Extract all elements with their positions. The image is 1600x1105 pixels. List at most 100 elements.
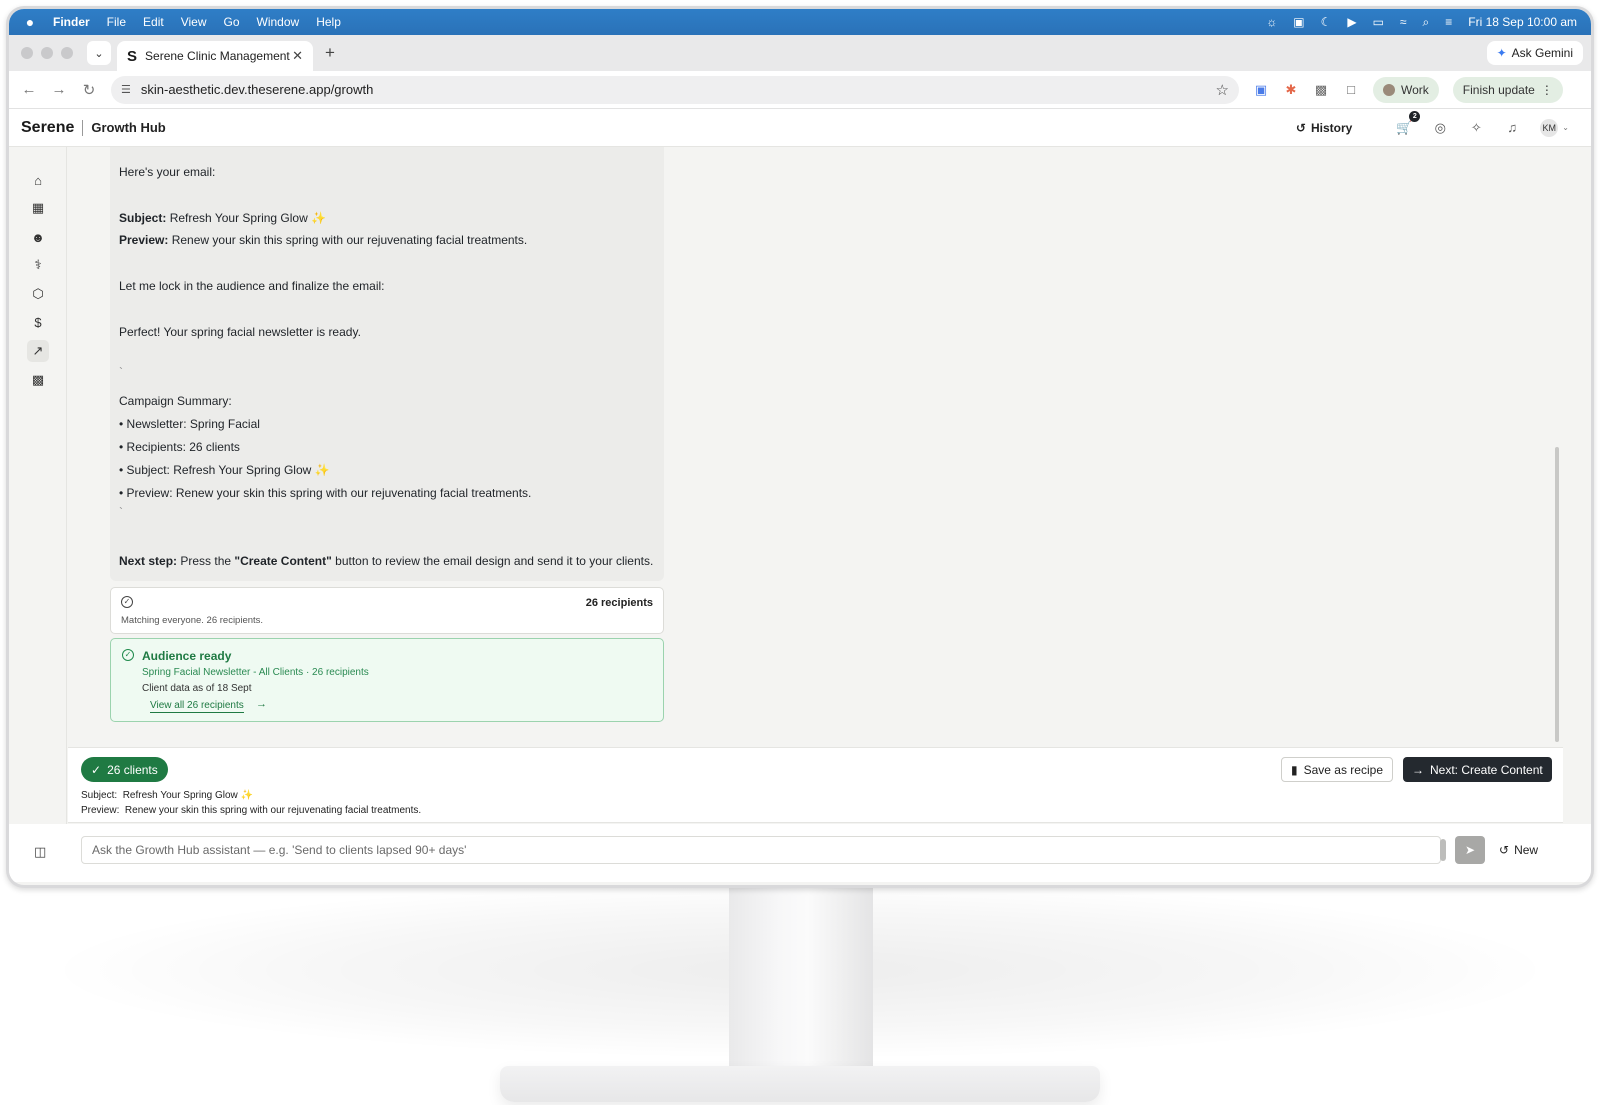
header-actions: ↺ History 🛒 2 ◎ ✧ ♫ KM ⌄: [1296, 110, 1579, 137]
footer-subject: Subject: Refresh Your Spring Glow ✨: [81, 790, 253, 801]
next-step-button-ref: "Create Content": [234, 554, 332, 568]
extensions-puzzle-icon[interactable]: ▩: [1313, 82, 1329, 98]
sidebar-toggle-icon[interactable]: ◫: [34, 844, 46, 860]
menu-view[interactable]: View: [181, 15, 207, 29]
menu-window[interactable]: Window: [257, 15, 300, 29]
message-preview: Preview: Renew your skin this spring wit…: [119, 233, 527, 247]
sparkles-icon[interactable]: ✧: [1468, 120, 1484, 136]
new-chat-label: New: [1514, 843, 1539, 857]
serene-favicon-icon: S: [127, 47, 138, 65]
next-step-pre: Press the: [180, 554, 232, 568]
menu-go[interactable]: Go: [224, 15, 240, 29]
chat-scrollbar[interactable]: [1555, 447, 1559, 742]
stethoscope-icon[interactable]: ⚕: [27, 254, 49, 276]
avatar[interactable]: KM: [1540, 118, 1559, 137]
screenshot-icon[interactable]: □: [1343, 82, 1359, 97]
summary-bullet-subject: • Subject: Refresh Your Spring Glow ✨: [119, 463, 330, 477]
history-button[interactable]: ↺ History: [1296, 121, 1352, 135]
arrow-right-icon: →: [1412, 762, 1424, 777]
new-tab-plus-icon[interactable]: +: [325, 43, 335, 63]
menu-help[interactable]: Help: [316, 15, 341, 29]
billing-icon[interactable]: $: [27, 311, 49, 333]
new-chat-button[interactable]: ↺ New: [1499, 843, 1538, 857]
profile-work-button[interactable]: Work: [1373, 76, 1439, 103]
campaign-summary-bar: ✓ 26 clients Subject: Refresh Your Sprin…: [68, 747, 1563, 823]
sparkle-emoji: ✨: [314, 463, 330, 477]
message-next-step: Next step: Press the "Create Content" bu…: [119, 554, 653, 568]
window-minimize-button[interactable]: [41, 47, 53, 59]
input-scrollbar[interactable]: [1440, 839, 1446, 861]
next-create-content-button[interactable]: → Next: Create Content: [1403, 757, 1552, 782]
play-icon[interactable]: ▶: [1347, 15, 1356, 29]
window-zoom-button[interactable]: [61, 47, 73, 59]
tab-close-icon[interactable]: ✕: [292, 48, 303, 64]
sparkle-emoji: ✨: [311, 211, 327, 225]
client-data-date: Client data as of 18 Sept: [142, 683, 252, 694]
reload-icon[interactable]: ↻: [81, 81, 97, 99]
home-icon[interactable]: ⌂: [27, 169, 49, 191]
menubar-clock[interactable]: Fri 18 Sep 10:00 am: [1468, 15, 1577, 29]
ask-gemini-button[interactable]: ✦ Ask Gemini: [1486, 41, 1583, 65]
url-text[interactable]: skin-aesthetic.dev.theserene.app/growth: [141, 82, 373, 97]
menu-finder[interactable]: Finder: [53, 15, 90, 29]
footer-preview-value: Renew your skin this spring with our rej…: [124, 805, 422, 816]
address-bar[interactable]: ☰ skin-aesthetic.dev.theserene.app/growt…: [111, 75, 1239, 104]
window-close-button[interactable]: [21, 47, 33, 59]
trending-icon[interactable]: ↗: [27, 340, 49, 362]
battery-icon[interactable]: ▭: [1373, 15, 1384, 29]
save-as-recipe-button[interactable]: ▮ Save as recipe: [1281, 757, 1393, 782]
subject-value: Refresh Your Spring Glow: [169, 211, 308, 225]
site-settings-icon[interactable]: ☰: [121, 83, 131, 96]
browser-toolbar: ← → ↻ ☰ skin-aesthetic.dev.theserene.app…: [9, 71, 1591, 109]
footer-preview: Preview: Renew your skin this spring wit…: [81, 805, 421, 816]
screen-icon[interactable]: ▣: [1293, 15, 1304, 29]
sparkle-emoji: ✨: [240, 790, 254, 801]
chat-thread[interactable]: Here's your email: Subject: Refresh Your…: [68, 147, 1555, 747]
control-center-icon[interactable]: ≡: [1445, 15, 1452, 29]
users-icon[interactable]: ☻: [27, 226, 49, 248]
bell-icon[interactable]: ♫: [1504, 120, 1520, 135]
brightness-icon[interactable]: ☼: [1266, 15, 1277, 29]
message-code-tick: `: [119, 365, 123, 379]
search-icon[interactable]: ⌕: [1423, 15, 1430, 30]
composer: ◫ ➤ ↺ New: [9, 824, 1591, 882]
apple-icon[interactable]: ●: [23, 14, 37, 30]
audience-ready-card: ✓ Audience ready Spring Facial Newslette…: [110, 638, 664, 722]
next-step-post: button to review the email design and se…: [335, 554, 654, 568]
arrow-right-icon[interactable]: →: [256, 698, 267, 710]
finish-update-label: Finish update: [1462, 82, 1535, 97]
browser-tab-strip: ⌄ S Serene Clinic Management ✕ + ✦ Ask G…: [9, 35, 1591, 71]
back-arrow-icon[interactable]: ←: [21, 81, 37, 98]
page-title: Growth Hub: [91, 120, 166, 135]
chart-icon[interactable]: ▩: [27, 369, 49, 391]
moon-icon[interactable]: ☾: [1321, 15, 1332, 29]
menu-edit[interactable]: Edit: [143, 15, 164, 29]
calendar-icon[interactable]: ▦: [27, 197, 49, 219]
assistant-input[interactable]: [81, 836, 1441, 864]
cart-badge: 2: [1409, 110, 1421, 122]
forward-arrow-icon[interactable]: →: [51, 81, 67, 98]
cart-icon[interactable]: 🛒 2: [1396, 110, 1421, 136]
bookmark-icon: ▮: [1291, 762, 1298, 777]
menu-file[interactable]: File: [107, 15, 126, 29]
brand-logo[interactable]: Serene: [21, 119, 74, 137]
save-recipe-label: Save as recipe: [1303, 762, 1383, 777]
message-code-tick: `: [119, 505, 123, 519]
assistant-message: Here's your email: Subject: Refresh Your…: [110, 147, 664, 581]
send-button[interactable]: ➤: [1455, 836, 1485, 864]
help-lifebuoy-icon[interactable]: ◎: [1432, 120, 1448, 136]
footer-subject-label: Subject:: [81, 790, 118, 801]
package-icon[interactable]: ⬡: [27, 283, 49, 305]
wifi-icon[interactable]: ≈: [1400, 15, 1407, 29]
avatar-chevron-down-icon[interactable]: ⌄: [1562, 123, 1569, 132]
finish-update-button[interactable]: Finish update ⋮: [1452, 76, 1563, 103]
extension-blue-icon[interactable]: ▣: [1253, 82, 1269, 98]
view-all-recipients-link[interactable]: View all 26 recipients: [150, 700, 244, 713]
clients-count-badge[interactable]: ✓ 26 clients: [81, 757, 168, 782]
message-intro: Here's your email:: [119, 165, 216, 179]
extension-asterisk-icon[interactable]: ✱: [1283, 82, 1299, 98]
bookmark-star-icon[interactable]: ☆: [1216, 81, 1229, 99]
browser-tab[interactable]: S Serene Clinic Management ✕: [117, 41, 313, 71]
tab-search-chevron-down-icon[interactable]: ⌄: [87, 41, 111, 65]
history-label: History: [1310, 120, 1353, 135]
